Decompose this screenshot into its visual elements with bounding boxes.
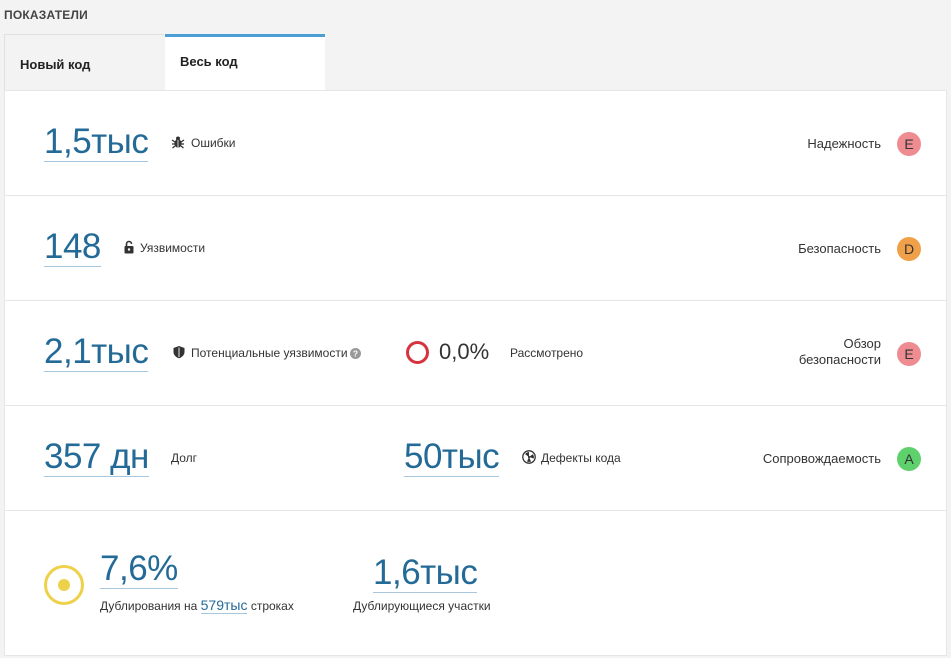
- duplications-desc-suffix: строках: [250, 599, 294, 613]
- duplicated-blocks-label: Дублирующиеся участки: [353, 599, 491, 613]
- duplications-desc-prefix: Дублирования на: [100, 599, 198, 613]
- debt-label: Долг: [171, 451, 198, 465]
- duplicated-lines-link[interactable]: 579тыс: [200, 597, 248, 614]
- code-smells-value[interactable]: 50тыс: [404, 439, 500, 477]
- security-review-rating-label-line1: Обзор: [843, 336, 881, 351]
- duplications-percent[interactable]: 7,6%: [100, 551, 178, 589]
- unlock-icon: [122, 240, 136, 254]
- reliability-rating-badge[interactable]: E: [897, 132, 921, 156]
- vulnerabilities-label: Уязвимости: [140, 241, 206, 255]
- security-review-row: 2,1тыс Потенциальные уязвимости ? 0,0% Р…: [5, 301, 946, 406]
- hotspots-label: Потенциальные уязвимости: [191, 346, 348, 360]
- tab-new-code[interactable]: Новый код: [4, 34, 164, 90]
- tab-all-code[interactable]: Весь код: [165, 34, 325, 90]
- security-rating-badge[interactable]: D: [897, 237, 921, 261]
- reviewed-label: Рассмотрено: [510, 346, 584, 360]
- reviewed-value: 0,0%: [439, 339, 490, 364]
- code-smells-label: Дефекты кода: [541, 451, 621, 465]
- maintainability-rating-badge[interactable]: A: [897, 447, 921, 471]
- security-review-rating-badge[interactable]: E: [897, 342, 921, 366]
- maintainability-rating-label: Сопровождаемость: [762, 451, 881, 466]
- duplications-row: 7,6% Дублирования на 579тыс строках 1,6т…: [5, 511, 946, 656]
- duplications-desc: Дублирования на 579тыс строках: [100, 597, 294, 614]
- security-row: 148 Уязвимости Безопасность D: [5, 196, 946, 301]
- svg-text:?: ?: [353, 349, 358, 359]
- hotspots-value[interactable]: 2,1тыс: [44, 334, 149, 372]
- reviewed-ring-icon: [406, 341, 429, 364]
- bugs-label: Ошибки: [191, 136, 236, 150]
- bugs-value[interactable]: 1,5тыс: [44, 124, 149, 162]
- security-review-rating-label: Обзор безопасности: [799, 336, 881, 368]
- help-icon[interactable]: ?: [350, 346, 361, 359]
- security-rating-label: Безопасность: [798, 241, 881, 256]
- duplication-circle-icon: [44, 565, 84, 605]
- maintainability-row: 357 дн Долг 50тыс Дефекты кода Сопровожд…: [5, 406, 946, 511]
- security-review-rating-label-line2: безопасности: [798, 352, 881, 367]
- debt-value[interactable]: 357 дн: [44, 439, 149, 477]
- bug-icon: [171, 135, 185, 149]
- shield-icon: [172, 345, 186, 359]
- code-smell-icon: [522, 450, 536, 464]
- measures-panel: 1,5тыс Ошибки Надежность E 148 Уязвимост…: [4, 90, 947, 656]
- reliability-rating-label: Надежность: [807, 136, 881, 151]
- duplicated-blocks-value[interactable]: 1,6тыс: [373, 555, 478, 593]
- vulnerabilities-value[interactable]: 148: [44, 229, 101, 267]
- section-title: ПОКАЗАТЕЛИ: [4, 8, 88, 22]
- reliability-row: 1,5тыс Ошибки Надежность E: [5, 91, 946, 196]
- tabs: Новый код Весь код: [4, 34, 947, 90]
